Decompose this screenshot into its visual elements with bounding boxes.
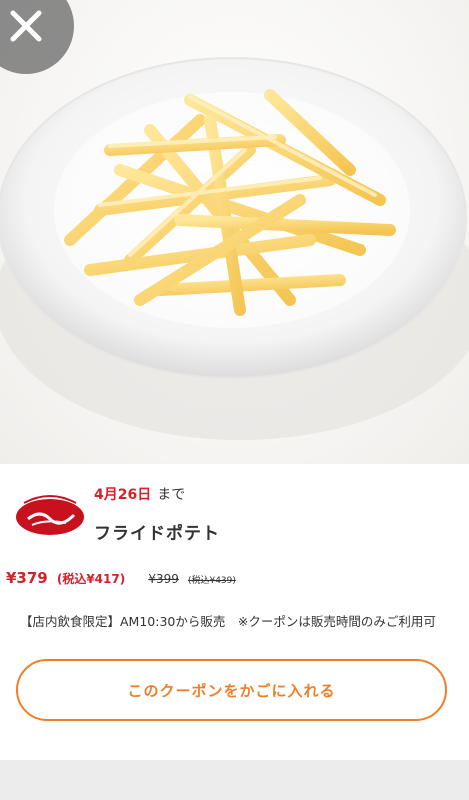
deadline-suffix: まで <box>157 487 186 503</box>
price-row: ¥379 (税込¥417) ¥399 (税込¥439) <box>6 568 236 587</box>
sale-price-tax: (税込¥417) <box>56 572 126 586</box>
deadline: 4月26日 まで <box>94 484 185 504</box>
deadline-date: 4月26日 <box>94 487 152 503</box>
product-image <box>0 0 469 464</box>
coupon-detail-page: 4月26日 まで フライドポテト ¥379 (税込¥417) ¥399 (税込¥4… <box>0 0 469 800</box>
original-price-tax: (税込¥439) <box>187 576 236 586</box>
product-title: フライドポテト <box>94 524 220 544</box>
fries-photo <box>0 57 469 440</box>
original-price: ¥399 <box>148 572 179 586</box>
coupon-note: 【店内飲食限定】AM10:30から販売 ※クーポンは販売時間のみご利用可 <box>20 614 436 629</box>
sale-price: ¥379 <box>6 569 48 587</box>
coupon-card: 4月26日 まで フライドポテト ¥379 (税込¥417) ¥399 (税込¥4… <box>0 464 469 760</box>
close-icon[interactable] <box>9 9 43 43</box>
brand-logo <box>16 495 84 535</box>
add-to-cart-button[interactable]: このクーポンをかごに入れる <box>16 659 447 721</box>
